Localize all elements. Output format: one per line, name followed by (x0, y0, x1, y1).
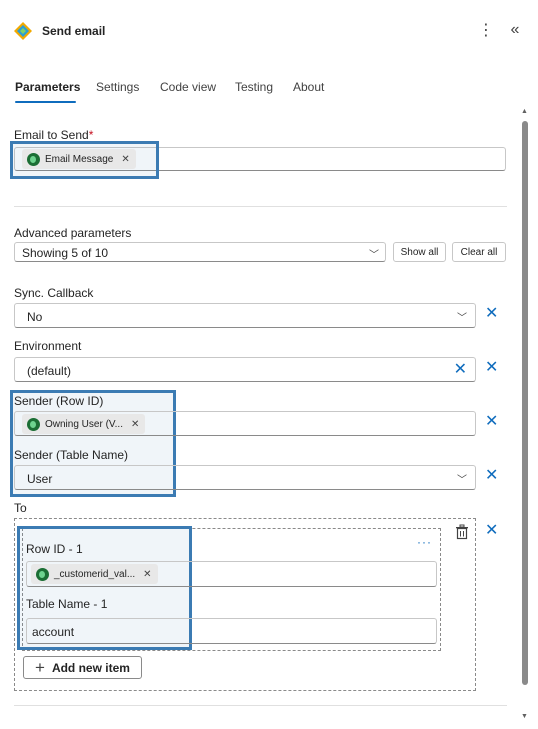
show-all-button[interactable]: Show all (393, 242, 446, 262)
page-title: Send email (42, 24, 106, 38)
sender-table-name-dropdown[interactable]: User ﹀ (14, 465, 476, 490)
remove-sender-table-name-icon[interactable]: ✕ (485, 468, 498, 484)
remove-chip-icon[interactable]: ✕ (143, 569, 151, 580)
item-more-icon[interactable]: ··· (417, 535, 432, 549)
tab-about[interactable]: About (293, 80, 324, 94)
sync-callback-label: Sync. Callback (14, 286, 94, 300)
required-mark: * (88, 128, 94, 142)
chevron-down-icon: ﹀ (369, 250, 379, 261)
remove-sync-callback-icon[interactable]: ✕ (485, 306, 498, 322)
email-to-send-label: Email to Send* (14, 128, 93, 142)
remove-chip-icon[interactable]: ✕ (121, 154, 129, 165)
add-new-item-label: Add new item (51, 660, 130, 675)
dataverse-icon (27, 152, 40, 166)
advanced-parameters-label: Advanced parameters (14, 226, 132, 240)
environment-value: (default) (27, 364, 72, 378)
remove-chip-icon[interactable]: ✕ (131, 419, 139, 430)
remove-environment-icon[interactable]: ✕ (485, 360, 498, 376)
table-name-label: Table Name - 1 (26, 597, 108, 611)
delete-item-icon[interactable] (455, 524, 469, 540)
scrollbar-thumb[interactable] (522, 121, 528, 685)
owning-user-chip-label: Owning User (V... (45, 418, 123, 430)
more-options-icon[interactable]: ⋮ (478, 20, 494, 40)
advanced-parameters-dropdown[interactable]: Showing 5 of 10 ﹀ (14, 242, 386, 262)
sender-row-id-label: Sender (Row ID) (14, 394, 104, 408)
table-name-input[interactable]: account (26, 618, 437, 644)
tab-code-view[interactable]: Code view (160, 80, 216, 94)
app-logo-icon (13, 21, 33, 41)
email-to-send-label-text: Email to Send (14, 128, 89, 142)
owning-user-chip[interactable]: Owning User (V... ✕ (22, 414, 146, 434)
tab-parameters[interactable]: Parameters (15, 80, 80, 94)
clear-all-button[interactable]: Clear all (452, 242, 506, 262)
scroll-up-icon[interactable]: ▲ (521, 108, 528, 115)
environment-label: Environment (14, 339, 82, 353)
sender-table-name-label: Sender (Table Name) (14, 448, 129, 462)
sync-callback-dropdown[interactable]: No ﹀ (14, 303, 476, 328)
email-message-chip[interactable]: Email Message ✕ (22, 149, 136, 169)
divider (14, 206, 507, 207)
add-new-item-button[interactable]: + Add new item (23, 656, 142, 679)
clear-environment-icon[interactable]: ✕ (454, 362, 467, 378)
active-tab-indicator (15, 101, 76, 103)
email-message-chip-label: Email Message (45, 153, 114, 165)
to-label: To (14, 501, 27, 515)
advanced-parameters-value: Showing 5 of 10 (22, 246, 109, 260)
dataverse-icon (36, 567, 49, 581)
divider (14, 705, 507, 706)
collapse-panel-icon[interactable]: « (507, 20, 523, 40)
chevron-down-icon: ﹀ (457, 313, 467, 324)
remove-sender-row-id-icon[interactable]: ✕ (485, 414, 498, 430)
environment-input[interactable]: (default) ✕ (14, 357, 476, 382)
tab-testing[interactable]: Testing (235, 80, 273, 94)
row-id-label: Row ID - 1 (26, 542, 83, 556)
plus-icon: + (35, 658, 45, 677)
remove-to-icon[interactable]: ✕ (485, 523, 498, 539)
scroll-down-icon[interactable]: ▼ (521, 713, 528, 720)
sync-callback-value: No (27, 310, 43, 324)
chevron-down-icon: ﹀ (457, 475, 467, 486)
table-name-value: account (32, 625, 75, 639)
dataverse-icon (27, 417, 40, 431)
customerid-chip[interactable]: _customerid_val... ✕ (31, 564, 158, 584)
sender-table-name-value: User (27, 472, 53, 486)
customerid-chip-label: _customerid_val... (54, 568, 136, 580)
tab-settings[interactable]: Settings (96, 80, 139, 94)
